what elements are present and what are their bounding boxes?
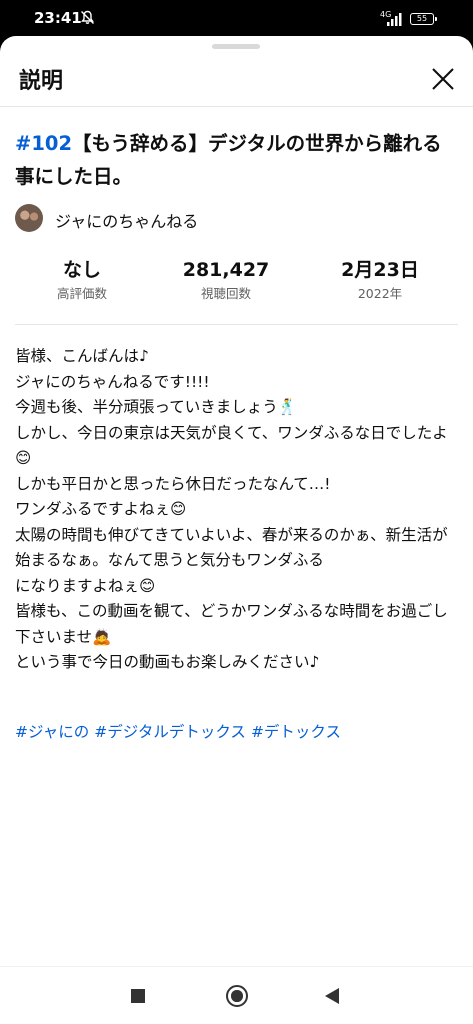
hashtag-link[interactable]: #ジャにの — [15, 723, 89, 741]
likes-stat: なし 高評価数 — [12, 258, 152, 302]
date-label: 2022年 — [357, 286, 403, 301]
views-stat: 281,427 視聴回数 — [156, 258, 296, 302]
description-sheet: 説明 #102【もう辞める】デジタルの世界から離れる事にした日。 ジャにのちゃん… — [0, 36, 473, 1024]
battery-level: 55 — [416, 14, 428, 23]
mute-icon — [80, 10, 95, 25]
hashtag-link[interactable]: #デジタルデトックス — [94, 723, 246, 741]
divider — [15, 324, 458, 325]
close-button[interactable] — [428, 64, 458, 94]
sheet-title: 説明 — [19, 69, 64, 94]
back-button[interactable] — [325, 988, 339, 1004]
sheet-header: 説明 — [0, 56, 473, 107]
battery-icon: 55 — [410, 13, 437, 25]
date-value: 2月23日 — [341, 259, 419, 281]
likes-label: 高評価数 — [56, 286, 107, 301]
likes-value: なし — [62, 259, 101, 281]
description-text: 皆様、こんばんは♪ ジャにのちゃんねるです!!!! 今週も後、半分頑張っていきま… — [15, 347, 448, 671]
system-nav-bar — [0, 966, 473, 1024]
drag-handle[interactable] — [212, 44, 260, 49]
close-icon — [432, 68, 454, 90]
status-time: 23:41 — [34, 9, 82, 27]
signal-icon — [386, 11, 404, 30]
status-bar: 23:41 4G 55 — [0, 0, 473, 36]
channel-avatar[interactable] — [15, 204, 43, 232]
recents-button[interactable] — [131, 989, 145, 1003]
views-label: 視聴回数 — [200, 286, 251, 301]
hashtag-link[interactable]: #デトックス — [251, 723, 341, 741]
channel-name[interactable]: ジャにのちゃんねる — [55, 208, 198, 232]
channel-link[interactable]: ジャにのちゃんねる — [15, 204, 275, 234]
views-value: 281,427 — [182, 259, 270, 281]
home-button[interactable] — [226, 985, 248, 1007]
video-title: #102【もう辞める】デジタルの世界から離れる事にした日。 — [15, 127, 460, 193]
date-stat: 2月23日 2022年 — [310, 258, 450, 302]
hashtag-list: #ジャにの #デジタルデトックス #デトックス — [15, 720, 346, 745]
video-stats: なし 高評価数 281,427 視聴回数 2月23日 2022年 — [0, 258, 473, 308]
video-number-tag[interactable]: #102 — [15, 132, 72, 155]
video-title-text: 【もう辞める】デジタルの世界から離れる事にした日。 — [15, 132, 442, 188]
